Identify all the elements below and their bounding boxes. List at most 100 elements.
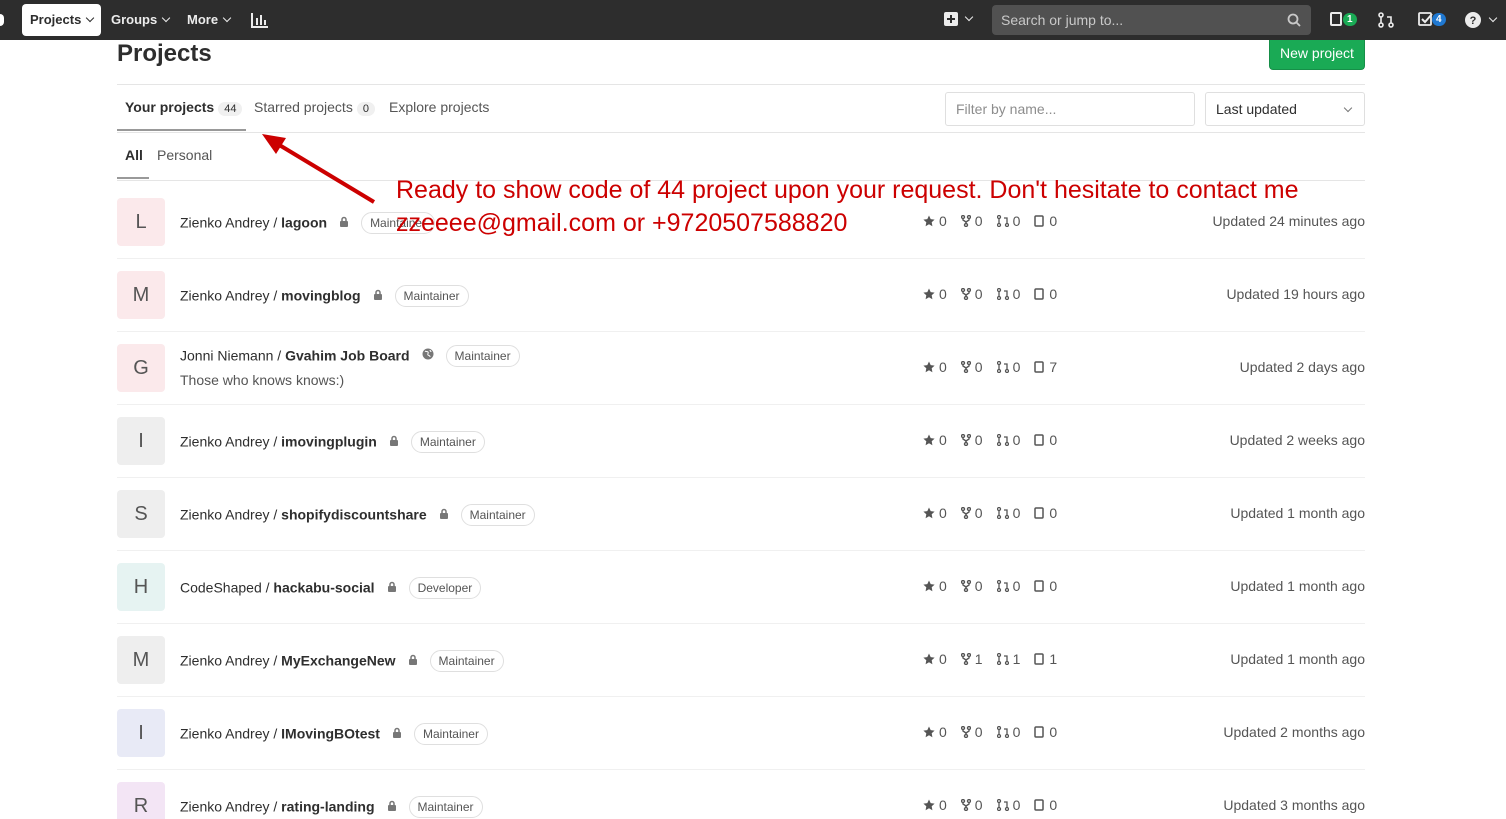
- lock-icon: [373, 289, 382, 300]
- star-icon: [923, 434, 935, 446]
- stars-count[interactable]: 0: [923, 432, 947, 448]
- forks-count[interactable]: 0: [960, 797, 983, 813]
- forks-count[interactable]: 0: [960, 578, 983, 594]
- merge-requests-count[interactable]: 0: [996, 578, 1020, 594]
- project-row[interactable]: G Jonni Niemann / Gvahim Job Board Maintai…: [117, 332, 1365, 405]
- star-icon: [923, 288, 935, 300]
- forks-count[interactable]: 0: [960, 286, 983, 302]
- project-avatar[interactable]: H: [117, 563, 165, 611]
- issues-count[interactable]: 0: [1034, 505, 1057, 521]
- stars-count[interactable]: 0: [923, 724, 947, 740]
- issues-count[interactable]: 0: [1034, 578, 1057, 594]
- fork-icon: [960, 507, 971, 520]
- project-row[interactable]: S Zienko Andrey / shopifydiscountshare Mai…: [117, 478, 1365, 551]
- new-project-button[interactable]: New project: [1269, 40, 1365, 70]
- issues-count[interactable]: 1: [1034, 651, 1057, 667]
- project-title[interactable]: Jonni Niemann / Gvahim Job Board Maintain…: [180, 345, 520, 368]
- todos-link[interactable]: 4: [1418, 12, 1448, 28]
- project-avatar[interactable]: M: [117, 271, 165, 319]
- star-icon: [923, 580, 935, 592]
- forks-count[interactable]: 0: [960, 432, 983, 448]
- project-namespace: Zienko Andrey /: [180, 287, 282, 304]
- issues-icon: [1034, 507, 1045, 520]
- forks-count[interactable]: 1: [960, 651, 983, 667]
- project-row[interactable]: H CodeShaped / hackabu-social Developer 0 0 0…: [117, 551, 1365, 624]
- project-name: imovingplugin: [281, 433, 377, 450]
- project-title[interactable]: Zienko Andrey / IMovingBOtest Maintainer: [180, 723, 488, 746]
- chevron-down-icon: [964, 12, 974, 22]
- issues-value: 0: [1049, 578, 1058, 594]
- fork-icon: [960, 361, 971, 374]
- merge-requests-value: 0: [1012, 724, 1021, 740]
- merge-requests-count[interactable]: 1: [996, 651, 1020, 667]
- issues-count[interactable]: 7: [1034, 359, 1057, 375]
- issues-icon: [1034, 434, 1045, 447]
- stars-count[interactable]: 0: [923, 505, 947, 521]
- issues-count[interactable]: 0: [1034, 432, 1057, 448]
- project-namespace: Zienko Andrey /: [180, 506, 282, 523]
- project-avatar[interactable]: M: [117, 636, 165, 684]
- project-avatar[interactable]: S: [117, 490, 165, 538]
- stars-count[interactable]: 0: [923, 286, 947, 302]
- project-avatar[interactable]: I: [117, 417, 165, 465]
- project-name: rating-landing: [281, 798, 375, 815]
- project-row[interactable]: I Zienko Andrey / imovingplugin Maintainer…: [117, 405, 1365, 478]
- project-row[interactable]: I Zienko Andrey / IMovingBOtest Maintainer…: [117, 697, 1365, 770]
- merge-request-icon: [996, 434, 1009, 447]
- project-row[interactable]: M Zienko Andrey / MyExchangeNew Maintainer…: [117, 624, 1365, 697]
- project-namespace: Jonni Niemann /: [180, 347, 286, 364]
- stars-count[interactable]: 0: [923, 578, 947, 594]
- issues-value: 0: [1049, 286, 1058, 302]
- project-row[interactable]: M Zienko Andrey / movingblog Maintainer 0 0 0…: [117, 259, 1365, 332]
- new-item-dropdown[interactable]: [944, 12, 974, 28]
- filter-by-name-input[interactable]: Filter by name...: [945, 92, 1195, 126]
- issues-value: 0: [1049, 797, 1058, 813]
- issues-count[interactable]: 0: [1034, 286, 1057, 302]
- fork-icon: [960, 726, 971, 739]
- merge-requests-count[interactable]: 0: [996, 724, 1021, 740]
- project-namespace: CodeShaped /: [180, 579, 274, 596]
- updated-timestamp: Updated 3 months ago: [1223, 797, 1365, 813]
- project-title[interactable]: CodeShaped / hackabu-social Developer: [180, 577, 482, 600]
- merge-request-icon[interactable]: [1378, 12, 1394, 28]
- forks-count[interactable]: 0: [960, 359, 983, 375]
- project-row[interactable]: R Zienko Andrey / rating-landing Maintaine…: [117, 770, 1365, 819]
- project-avatar[interactable]: R: [117, 782, 165, 819]
- project-stats: 0 0 0 0: [923, 578, 1071, 594]
- project-title[interactable]: Zienko Andrey / movingblog Maintainer: [180, 285, 469, 308]
- issues-icon: [1330, 12, 1342, 26]
- project-title[interactable]: Zienko Andrey / MyExchangeNew Maintainer: [180, 650, 504, 673]
- project-stats: 0 0 0 0: [923, 286, 1071, 302]
- merge-requests-count[interactable]: 0: [996, 432, 1020, 448]
- tab-explore-projects[interactable]: Explore projects: [389, 99, 489, 115]
- help-dropdown[interactable]: ?: [1465, 12, 1498, 28]
- issues-count[interactable]: 0: [1034, 724, 1057, 740]
- issues-count[interactable]: 0: [1034, 797, 1057, 813]
- search-input[interactable]: Search or jump to...: [992, 5, 1311, 35]
- forks-count[interactable]: 0: [960, 724, 983, 740]
- stars-count[interactable]: 0: [923, 651, 947, 667]
- merge-request-icon: [996, 361, 1009, 374]
- merge-requests-value: 0: [1012, 797, 1021, 813]
- merge-requests-count[interactable]: 0: [996, 797, 1021, 813]
- sort-dropdown[interactable]: Last updated: [1205, 92, 1365, 126]
- visibility-indicator: [389, 433, 399, 449]
- access-role-badge: Maintainer: [413, 723, 488, 745]
- stars-count[interactable]: 0: [923, 797, 947, 813]
- merge-requests-count[interactable]: 0: [996, 359, 1020, 375]
- access-role-badge: Maintainer: [460, 504, 535, 526]
- star-icon: [923, 653, 935, 665]
- project-avatar[interactable]: I: [117, 709, 165, 757]
- project-title[interactable]: Zienko Andrey / shopifydiscountshare Main…: [180, 504, 535, 527]
- stars-value: 0: [939, 432, 947, 448]
- merge-requests-count[interactable]: 0: [996, 286, 1020, 302]
- project-name: movingblog: [281, 287, 361, 304]
- stars-count[interactable]: 0: [923, 359, 947, 375]
- project-title[interactable]: Zienko Andrey / imovingplugin Maintainer: [180, 431, 485, 454]
- merge-requests-count[interactable]: 0: [996, 505, 1020, 521]
- issues-link[interactable]: 1: [1330, 12, 1360, 28]
- forks-count[interactable]: 0: [960, 505, 983, 521]
- project-avatar[interactable]: G: [117, 344, 165, 392]
- star-icon: [923, 361, 935, 373]
- project-title[interactable]: Zienko Andrey / rating-landing Maintainer: [180, 796, 483, 819]
